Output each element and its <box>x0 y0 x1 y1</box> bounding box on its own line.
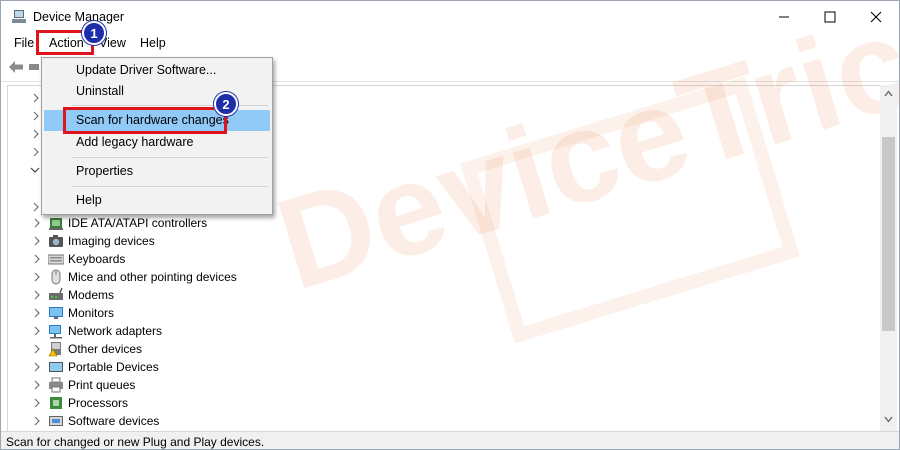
window-title: Device Manager <box>33 10 125 24</box>
tree-item-label: Processors <box>68 396 129 410</box>
chevron-right-icon[interactable] <box>32 416 42 426</box>
status-text: Scan for changed or new Plug and Play de… <box>6 435 265 449</box>
chevron-right-icon[interactable] <box>32 254 42 264</box>
processor-icon <box>50 397 62 409</box>
menu-help[interactable]: Help <box>138 36 168 50</box>
mouse-icon <box>51 269 61 285</box>
tree-item-label: Other devices <box>68 342 143 356</box>
tree-item-ide-controllers[interactable]: IDE ATA/ATAPI controllers <box>8 214 608 232</box>
device-manager-window: Device Manager File Action View Help IDE… <box>0 0 900 450</box>
ide-controller-icon <box>49 218 63 230</box>
tree-item-software-devices[interactable]: Software devices <box>8 412 608 430</box>
menu-separator <box>72 186 268 187</box>
tree-item-modems[interactable]: Modems <box>8 286 608 304</box>
chevron-right-icon[interactable] <box>32 202 40 212</box>
tree-item-other-devices[interactable]: Other devices <box>8 340 608 358</box>
menu-item-label: Properties <box>76 164 133 178</box>
scrollbar-thumb[interactable] <box>882 137 895 331</box>
menu-item-help[interactable]: Help <box>44 190 270 211</box>
maximize-button[interactable] <box>807 1 853 33</box>
menu-separator <box>72 105 268 106</box>
tree-item-label: Network adapters <box>68 324 163 338</box>
menu-separator <box>72 157 268 158</box>
close-icon <box>870 11 882 23</box>
menu-item-label: Help <box>76 193 102 207</box>
menu-bar: File Action View Help <box>1 33 899 55</box>
network-adapter-icon <box>49 325 62 339</box>
tree-item-label: IDE ATA/ATAPI controllers <box>68 216 208 230</box>
tree-item-label: Mice and other pointing devices <box>68 270 237 284</box>
tree-item-label: Monitors <box>68 306 115 320</box>
minimize-button[interactable] <box>761 1 807 33</box>
tree-item-mice[interactable]: Mice and other pointing devices <box>8 268 608 286</box>
menu-item-label: Add legacy hardware <box>76 135 194 149</box>
tree-item-label: Software devices <box>68 414 160 428</box>
menu-item-label: Uninstall <box>76 84 124 98</box>
chevron-right-icon[interactable] <box>32 362 42 372</box>
tree-item-label: Print queues <box>68 378 136 392</box>
software-device-icon <box>49 416 63 426</box>
chevron-right-icon[interactable] <box>32 218 42 228</box>
menu-item-properties[interactable]: Properties <box>44 161 270 182</box>
tree-item-network-adapters[interactable]: Network adapters <box>8 322 608 340</box>
status-bar: Scan for changed or new Plug and Play de… <box>1 431 899 449</box>
tree-item-portable-devices[interactable]: Portable Devices <box>8 358 608 376</box>
tree-item-processors[interactable]: Processors <box>8 394 608 412</box>
tree-item-imaging-devices[interactable]: Imaging devices <box>8 232 608 250</box>
chevron-right-icon[interactable] <box>32 290 42 300</box>
chevron-right-icon[interactable] <box>32 380 42 390</box>
printer-icon <box>49 377 63 393</box>
step-2-badge: 2 <box>214 92 238 116</box>
monitor-icon <box>49 307 63 319</box>
chevron-right-icon[interactable] <box>32 129 40 139</box>
chevron-right-icon[interactable] <box>32 236 42 246</box>
menu-file[interactable]: File <box>12 36 36 50</box>
tree-item-label: Portable Devices <box>68 360 159 374</box>
tree-item-label: Keyboards <box>68 252 126 266</box>
minimize-icon <box>779 16 789 18</box>
menu-item-add-legacy[interactable]: Add legacy hardware <box>44 132 270 153</box>
tree-item-print-queues[interactable]: Print queues <box>8 376 608 394</box>
camera-icon <box>49 235 63 247</box>
close-button[interactable] <box>853 1 899 33</box>
chevron-down-icon[interactable] <box>30 166 40 174</box>
menu-item-label: Update Driver Software... <box>76 63 217 77</box>
chevron-right-icon[interactable] <box>32 326 42 336</box>
chevron-right-icon[interactable] <box>32 308 42 318</box>
tree-item-label: Modems <box>68 288 115 302</box>
step-1-badge: 1 <box>82 21 106 45</box>
tree-item-label: Imaging devices <box>68 234 155 248</box>
action-menu-dropdown: Update Driver Software... Uninstall Scan… <box>41 57 273 215</box>
device-manager-app-icon <box>12 10 26 23</box>
menu-item-update-driver[interactable]: Update Driver Software... <box>44 60 270 81</box>
tree-item-keyboards[interactable]: Keyboards <box>8 250 608 268</box>
vertical-scrollbar[interactable] <box>880 85 897 431</box>
chevron-right-icon[interactable] <box>32 111 40 121</box>
forward-arrow-icon[interactable] <box>29 62 39 72</box>
chevron-right-icon[interactable] <box>32 344 42 354</box>
chevron-right-icon[interactable] <box>32 272 42 282</box>
chevron-right-icon[interactable] <box>32 93 40 103</box>
scroll-down-arrow-icon[interactable] <box>884 416 893 423</box>
other-device-warning-icon <box>48 342 61 357</box>
scroll-up-arrow-icon[interactable] <box>884 90 893 97</box>
keyboard-icon <box>48 254 64 265</box>
back-arrow-icon[interactable] <box>8 60 24 74</box>
chevron-right-icon[interactable] <box>32 398 42 408</box>
tree-item-monitors[interactable]: Monitors <box>8 304 608 322</box>
title-bar: Device Manager <box>1 1 899 33</box>
maximize-icon <box>824 11 836 23</box>
portable-device-icon <box>49 362 63 372</box>
modem-icon <box>49 287 63 300</box>
scan-item-highlight-box <box>63 107 227 134</box>
chevron-right-icon[interactable] <box>32 147 40 157</box>
